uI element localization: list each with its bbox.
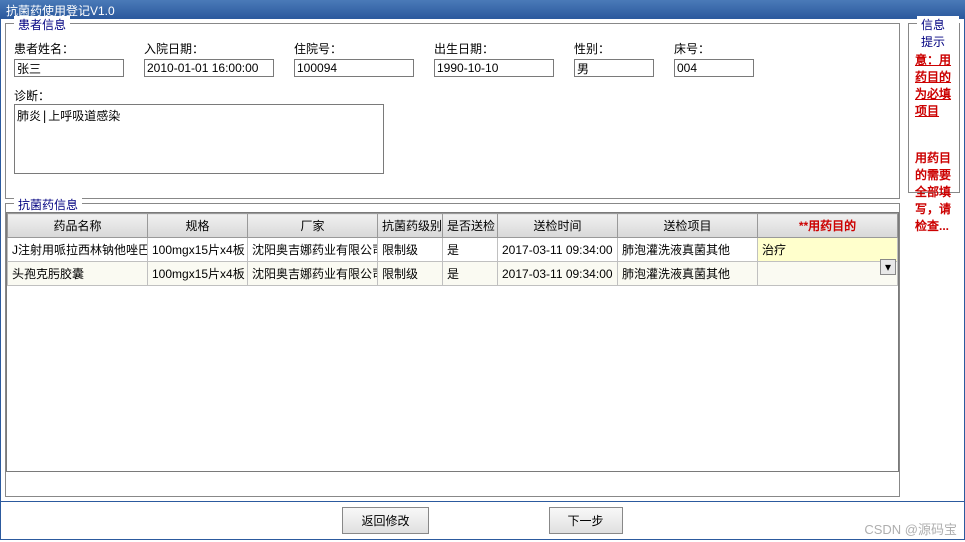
window-title-bar: 抗菌药使用登记V1.0	[0, 0, 965, 18]
cell-name: 头孢克肟胶囊	[8, 262, 148, 286]
name-label: 患者姓名：	[14, 40, 124, 57]
cell-spec: 100mgx15片x4板	[148, 238, 248, 262]
col-time[interactable]: 送检时间	[498, 214, 618, 238]
cell-sent: 是	[443, 238, 498, 262]
col-item[interactable]: 送检项目	[618, 214, 758, 238]
birth-input[interactable]	[434, 59, 554, 77]
bed-input[interactable]	[674, 59, 754, 77]
table-header-row: 药品名称 规格 厂家 抗菌药级别 是否送检 送检时间 送检项目 **用药目的	[8, 214, 898, 238]
button-bar: 返回修改 下一步	[0, 502, 965, 540]
watermark: CSDN @源码宝	[864, 519, 957, 538]
drug-info-section: 抗菌药信息 药品名称 规格 厂家 抗菌药级别 是否送检 送检时间 送检项目 **…	[5, 203, 900, 497]
patient-legend: 患者信息	[14, 16, 70, 33]
cell-item: 肺泡灌洗液真菌其他	[618, 238, 758, 262]
cell-spec: 100mgx15片x4板	[148, 262, 248, 286]
col-sent[interactable]: 是否送检	[443, 214, 498, 238]
cell-time: 2017-03-11 09:34:00	[498, 238, 618, 262]
cell-purpose[interactable]: 治疗	[758, 238, 898, 262]
cell-mfr: 沈阳奥吉娜药业有限公司	[248, 262, 378, 286]
dropdown-icon[interactable]: ▾	[880, 259, 896, 275]
bed-label: 床号：	[674, 40, 754, 57]
patient-info-section: 患者信息 患者姓名： 入院日期： 住院号： 出生日期：	[5, 23, 900, 199]
tips-section: 信息提示 💡 注意：用药目的为必填项目 用药目的需要全部填写，请检查...	[908, 23, 960, 193]
col-name[interactable]: 药品名称	[8, 214, 148, 238]
hosp-input[interactable]	[294, 59, 414, 77]
col-spec[interactable]: 规格	[148, 214, 248, 238]
tip-message: 用药目的需要全部填写，请检查...	[915, 149, 953, 234]
cell-item: 肺泡灌洗液真菌其他	[618, 262, 758, 286]
drug-legend: 抗菌药信息	[14, 196, 82, 213]
drug-table-wrap[interactable]: 药品名称 规格 厂家 抗菌药级别 是否送检 送检时间 送检项目 **用药目的 J	[6, 212, 899, 472]
right-panel: 信息提示 💡 注意：用药目的为必填项目 用药目的需要全部填写，请检查...	[904, 19, 964, 501]
left-panel: 患者信息 患者姓名： 入院日期： 住院号： 出生日期：	[1, 19, 904, 501]
tips-legend: 信息提示	[917, 16, 959, 50]
admit-label: 入院日期：	[144, 40, 274, 57]
cell-level: 限制级	[378, 238, 443, 262]
col-level[interactable]: 抗菌药级别	[378, 214, 443, 238]
cell-name: J注射用哌拉西林钠他唑巴坦钠	[8, 238, 148, 262]
diag-textarea[interactable]	[14, 104, 384, 174]
admit-input[interactable]	[144, 59, 274, 77]
birth-label: 出生日期：	[434, 40, 554, 57]
table-row[interactable]: J注射用哌拉西林钠他唑巴坦钠 100mgx15片x4板 沈阳奥吉娜药业有限公司 …	[8, 238, 898, 262]
col-purpose[interactable]: **用药目的	[758, 214, 898, 238]
sex-label: 性别：	[574, 40, 654, 57]
sex-input[interactable]	[574, 59, 654, 77]
next-button[interactable]: 下一步	[549, 507, 623, 534]
main-area: 患者信息 患者姓名： 入院日期： 住院号： 出生日期：	[0, 18, 965, 502]
cell-sent: 是	[443, 262, 498, 286]
col-mfr[interactable]: 厂家	[248, 214, 378, 238]
cell-purpose[interactable]	[758, 262, 898, 286]
diag-label: 诊断：	[14, 87, 891, 104]
back-button[interactable]: 返回修改	[342, 507, 428, 534]
hosp-label: 住院号：	[294, 40, 414, 57]
name-input[interactable]	[14, 59, 124, 77]
table-row[interactable]: 头孢克肟胶囊 100mgx15片x4板 沈阳奥吉娜药业有限公司 限制级 是 20…	[8, 262, 898, 286]
drug-table: 药品名称 规格 厂家 抗菌药级别 是否送检 送检时间 送检项目 **用药目的 J	[7, 213, 898, 286]
cell-time: 2017-03-11 09:34:00	[498, 262, 618, 286]
cell-level: 限制级	[378, 262, 443, 286]
cell-mfr: 沈阳奥吉娜药业有限公司	[248, 238, 378, 262]
